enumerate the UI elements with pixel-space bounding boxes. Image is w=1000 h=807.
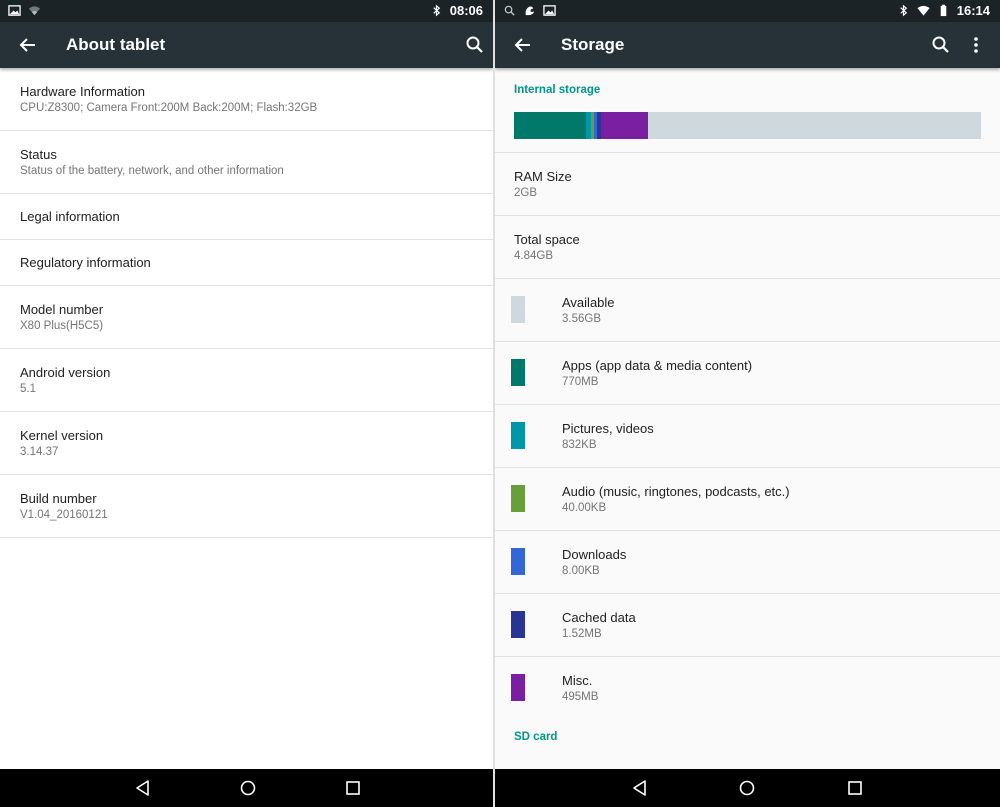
page-title: Storage	[561, 35, 625, 54]
back-icon[interactable]	[631, 779, 649, 797]
android-version-item[interactable]: Android version 5.1	[0, 349, 493, 412]
item-subtitle: CPU:Z8300; Camera Front:200M Back:200M; …	[20, 102, 318, 114]
about-tablet-screen: 08:06 About tablet Hardware Information …	[0, 0, 493, 807]
navigation-bar	[495, 769, 1000, 807]
item-title: Available	[562, 295, 615, 310]
item-value: 8.00KB	[562, 565, 600, 577]
home-icon[interactable]	[239, 779, 257, 797]
storage-usage-bar	[514, 112, 981, 139]
color-swatch	[511, 485, 525, 512]
recents-icon[interactable]	[846, 779, 864, 797]
color-swatch	[511, 548, 525, 575]
kernel-version-item[interactable]: Kernel version 3.14.37	[0, 412, 493, 475]
item-title: Downloads	[562, 547, 627, 562]
hardware-information-item[interactable]: Hardware Information CPU:Z8300; Camera F…	[0, 68, 493, 131]
item-value: 4.84GB	[514, 250, 553, 262]
legal-information-item[interactable]: Legal information	[0, 194, 493, 240]
available-item[interactable]: Available 3.56GB	[495, 279, 1000, 342]
item-title: Cached data	[562, 610, 636, 625]
build-number-item[interactable]: Build number V1.04_20160121	[0, 475, 493, 538]
image-icon	[543, 5, 556, 16]
back-arrow-icon[interactable]	[511, 33, 535, 57]
item-title: Total space	[514, 232, 580, 247]
item-subtitle: 3.14.37	[20, 446, 59, 458]
search-icon[interactable]	[929, 33, 953, 57]
item-subtitle: V1.04_20160121	[20, 509, 108, 521]
item-value: 1.52MB	[562, 628, 602, 640]
back-arrow-icon[interactable]	[16, 33, 40, 57]
item-title: Kernel version	[20, 428, 104, 443]
item-title: Regulatory information	[20, 255, 151, 270]
item-value: 770MB	[562, 376, 599, 388]
item-subtitle: X80 Plus(H5C5)	[20, 320, 104, 332]
item-title: Audio (music, ringtones, podcasts, etc.)	[562, 484, 790, 499]
internal-storage-header: Internal storage	[495, 68, 1000, 153]
color-swatch	[511, 611, 525, 638]
item-title: Legal information	[20, 209, 120, 224]
item-title: Android version	[20, 365, 111, 380]
battery-icon	[940, 4, 947, 17]
item-title: RAM Size	[514, 169, 572, 184]
bluetooth-icon	[900, 4, 907, 17]
item-title: Misc.	[562, 673, 593, 688]
status-time: 08:06	[449, 3, 483, 18]
item-value: 495MB	[562, 691, 599, 703]
item-subtitle: 5.1	[20, 383, 36, 395]
color-swatch	[511, 422, 525, 449]
total-space-item[interactable]: Total space 4.84GB	[495, 216, 1000, 279]
storage-bar-segment	[514, 112, 587, 139]
status-bar: 16:14	[495, 0, 1000, 22]
model-number-item[interactable]: Model number X80 Plus(H5C5)	[0, 286, 493, 349]
regulatory-information-item[interactable]: Regulatory information	[0, 240, 493, 286]
item-title: Apps (app data & media content)	[562, 358, 753, 373]
app-bar: About tablet	[0, 22, 493, 68]
about-list: Hardware Information CPU:Z8300; Camera F…	[0, 68, 493, 538]
wifi-icon	[917, 5, 930, 16]
color-swatch	[511, 674, 525, 701]
item-title: Build number	[20, 491, 97, 506]
item-subtitle: Status of the battery, network, and othe…	[20, 165, 284, 177]
item-title: Status	[20, 147, 57, 162]
item-value: 40.00KB	[562, 502, 607, 514]
more-options-icon[interactable]	[964, 33, 988, 57]
downloads-item[interactable]: Downloads 8.00KB	[495, 531, 1000, 594]
search-icon	[504, 5, 515, 16]
audio-item[interactable]: Audio (music, ringtones, podcasts, etc.)…	[495, 468, 1000, 531]
storage-screen: 16:14 Storage Internal storage RAM Size …	[495, 0, 1000, 807]
item-title: Pictures, videos	[562, 421, 654, 436]
internal-storage-label: Internal storage	[514, 84, 601, 96]
status-time: 16:14	[956, 3, 990, 18]
item-value: 2GB	[514, 187, 538, 199]
item-title: Hardware Information	[20, 84, 145, 99]
misc-item[interactable]: Misc. 495MB	[495, 657, 1000, 720]
image-icon	[8, 5, 21, 16]
item-value: 832KB	[562, 439, 597, 451]
recents-icon[interactable]	[344, 779, 362, 797]
storage-bar-segment	[601, 112, 648, 139]
sd-card-label: SD card	[514, 731, 558, 743]
page-title: About tablet	[66, 35, 166, 54]
pictures-videos-item[interactable]: Pictures, videos 832KB	[495, 405, 1000, 468]
back-icon[interactable]	[134, 779, 152, 797]
apps-item[interactable]: Apps (app data & media content) 770MB	[495, 342, 1000, 405]
status-item[interactable]: Status Status of the battery, network, a…	[0, 131, 493, 194]
app-icon	[525, 6, 535, 16]
color-swatch	[511, 296, 525, 323]
wifi-signal-icon	[28, 6, 41, 16]
item-value: 3.56GB	[562, 313, 601, 325]
bluetooth-icon	[433, 4, 440, 17]
search-icon[interactable]	[463, 33, 487, 57]
sd-card-header: SD card	[495, 720, 1000, 760]
color-swatch	[511, 359, 525, 386]
navigation-bar	[0, 769, 493, 807]
home-icon[interactable]	[738, 779, 756, 797]
item-title: Model number	[20, 302, 104, 317]
status-bar: 08:06	[0, 0, 493, 22]
cached-data-item[interactable]: Cached data 1.52MB	[495, 594, 1000, 657]
ram-size-item[interactable]: RAM Size 2GB	[495, 153, 1000, 216]
storage-list: Internal storage RAM Size 2GB Total spac…	[495, 68, 1000, 760]
app-bar: Storage	[495, 22, 1000, 68]
